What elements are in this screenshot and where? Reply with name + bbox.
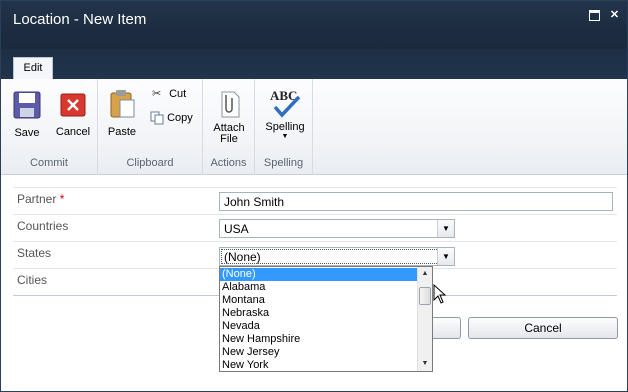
- states-dropdown-list[interactable]: (None) Alabama Montana Nebraska Nevada N…: [219, 266, 433, 372]
- spelling-label: Spelling: [265, 121, 305, 133]
- maximize-icon[interactable]: [589, 10, 600, 21]
- list-item[interactable]: New York: [220, 359, 417, 372]
- attach-label-2: File: [220, 133, 238, 145]
- cancel-label: Cancel: [55, 126, 91, 138]
- states-value: (None): [224, 250, 261, 264]
- save-icon: [13, 91, 41, 119]
- ribbon-tab-bar: Edit: [1, 49, 627, 79]
- chevron-down-icon[interactable]: ▼: [437, 248, 454, 265]
- attach-file-button[interactable]: Attach File: [211, 89, 247, 145]
- spelling-button[interactable]: ABC Spelling ▼: [263, 87, 307, 141]
- save-button[interactable]: Save: [9, 91, 45, 139]
- partner-input[interactable]: John Smith: [219, 192, 613, 211]
- list-item[interactable]: Montana: [220, 294, 417, 307]
- chevron-down-icon: ▼: [281, 133, 289, 140]
- ribbon-group-spelling: ABC Spelling ▼ Spelling: [255, 79, 313, 175]
- title-bar: Location - New Item ✕: [1, 1, 627, 49]
- chevron-down-icon[interactable]: ▼: [437, 220, 454, 237]
- list-item[interactable]: Nebraska: [220, 307, 417, 320]
- attach-file-icon: [221, 91, 240, 118]
- mouse-cursor-icon: [433, 284, 447, 304]
- copy-icon: [150, 111, 164, 125]
- cut-icon: ✂: [152, 88, 162, 100]
- ribbon-group-commit: Save Cancel Commit: [1, 79, 98, 175]
- countries-label: Countries: [17, 219, 69, 233]
- scroll-down-icon[interactable]: ▼: [418, 357, 432, 371]
- close-icon[interactable]: ✕: [609, 10, 620, 21]
- cities-label: Cities: [17, 273, 48, 287]
- cut-button[interactable]: ✂ Cut: [152, 87, 186, 100]
- list-item[interactable]: (None): [220, 268, 417, 281]
- dropdown-scrollbar[interactable]: ▲ ▼: [417, 267, 432, 371]
- states-label: States: [17, 246, 52, 260]
- copy-label: Copy: [167, 111, 193, 124]
- group-label-clipboard: Clipboard: [126, 157, 174, 169]
- paste-label: Paste: [107, 126, 137, 138]
- group-label-actions: Actions: [210, 157, 247, 169]
- cancel-button[interactable]: Cancel: [468, 317, 618, 339]
- save-label: Save: [14, 127, 40, 139]
- cancel-ribbon-button[interactable]: Cancel: [53, 91, 93, 138]
- ribbon-group-actions: Attach File Actions: [203, 79, 255, 175]
- dialog-window: Location - New Item ✕ Edit Save Cancel C…: [0, 0, 628, 392]
- copy-button[interactable]: Copy: [150, 111, 193, 125]
- ribbon: Save Cancel Commit Paste ✂ Cut Copy Clip…: [1, 79, 627, 175]
- cut-label: Cut: [169, 88, 187, 100]
- tab-edit[interactable]: Edit: [13, 57, 53, 79]
- group-label-spelling: Spelling: [263, 157, 304, 169]
- required-mark: *: [59, 192, 65, 206]
- states-select[interactable]: (None) ▼: [219, 247, 455, 266]
- list-item[interactable]: Alabama: [220, 281, 417, 294]
- countries-value: USA: [224, 222, 249, 236]
- list-item[interactable]: New Hampshire: [220, 333, 417, 346]
- list-item[interactable]: Nevada: [220, 320, 417, 333]
- scroll-thumb[interactable]: [419, 287, 431, 305]
- group-label-commit: Commit: [30, 157, 68, 169]
- partner-label: Partner *: [17, 192, 65, 206]
- ribbon-group-clipboard: Paste ✂ Cut Copy Clipboard: [98, 79, 203, 175]
- paste-button[interactable]: Paste: [104, 89, 140, 138]
- countries-select[interactable]: USA ▼: [219, 219, 455, 238]
- spelling-icon: ABC: [270, 88, 301, 118]
- window-title: Location - New Item: [13, 11, 147, 28]
- scroll-up-icon[interactable]: ▲: [418, 267, 432, 281]
- cancel-icon: [60, 93, 86, 117]
- paste-icon: [110, 90, 135, 118]
- list-item[interactable]: New Jersey: [220, 346, 417, 359]
